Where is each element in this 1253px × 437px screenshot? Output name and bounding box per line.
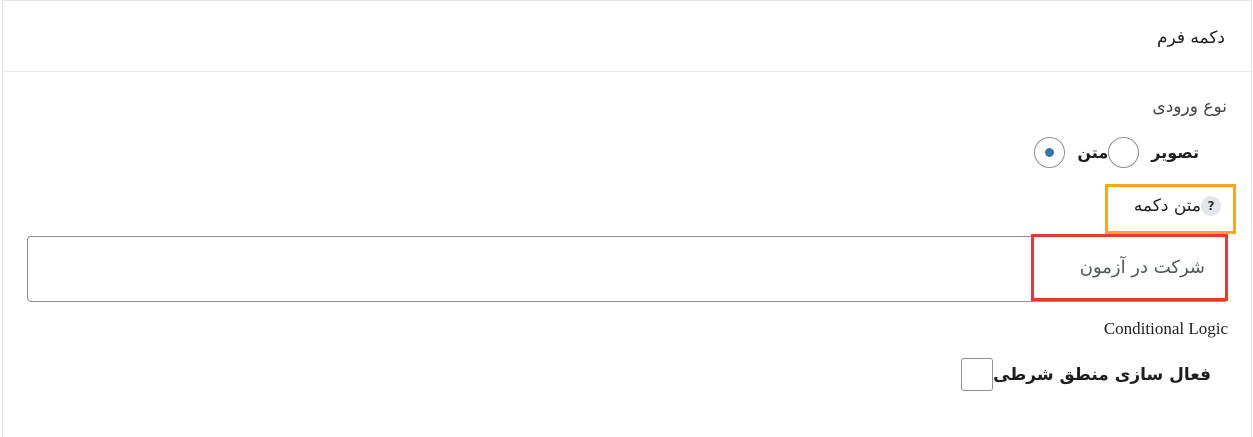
radio-text[interactable]	[1034, 137, 1066, 168]
radio-option-image[interactable]: تصویر	[1108, 137, 1199, 168]
conditional-logic-checkbox-row[interactable]: فعال سازی منطق شرطی	[961, 358, 1211, 391]
radio-option-text[interactable]: متن	[1034, 137, 1108, 168]
conditional-logic-title: Conditional Logic	[1103, 319, 1228, 338]
radio-image-label: تصویر	[1151, 143, 1199, 162]
input-type-label: نوع ورودی	[1152, 97, 1227, 117]
radio-image[interactable]	[1108, 137, 1140, 168]
input-type-radio-group: متن تصویر	[1002, 137, 1199, 168]
highlight-red-box	[1031, 234, 1228, 301]
conditional-logic-checkbox-label: فعال سازی منطق شرطی	[993, 364, 1211, 385]
panel-header: دکمه فرم	[3, 1, 1251, 72]
conditional-logic-checkbox[interactable]	[961, 358, 994, 391]
panel-title: دکمه فرم	[1156, 28, 1225, 48]
radio-text-label: متن	[1077, 143, 1109, 162]
highlight-orange-box	[1105, 184, 1236, 234]
